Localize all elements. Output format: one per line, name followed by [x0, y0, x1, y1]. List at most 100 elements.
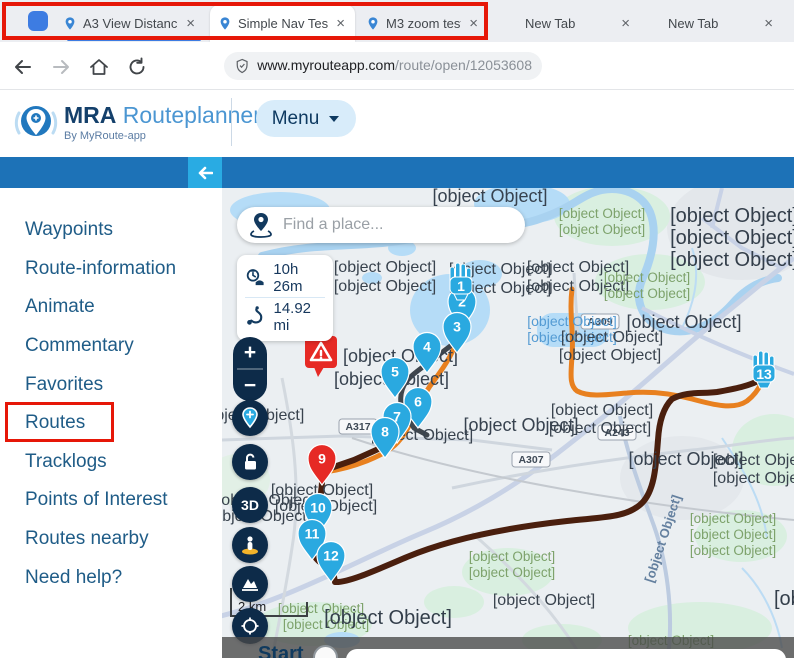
home-icon[interactable]: [88, 56, 110, 78]
map-3d-label: 3D: [241, 497, 259, 513]
pegman-icon: [239, 534, 261, 556]
tab-new-tab-1[interactable]: New Tab ×: [505, 6, 640, 40]
start-toggle[interactable]: [313, 645, 338, 658]
map-canvas[interactable]: A309 A317 A307 A243 [object Object] [obj…: [222, 188, 794, 658]
route-distance-icon: [245, 305, 266, 329]
svg-text:3: 3: [453, 319, 461, 335]
map-pin-icon: [249, 212, 273, 238]
browser-tabstrip: A3 View Distance × Simple Nav Test × M3 …: [0, 0, 794, 42]
brand-mra: MRA: [64, 102, 116, 128]
add-waypoint-button[interactable]: [232, 400, 268, 436]
svg-text:[object Object]: [object Object]: [469, 565, 555, 580]
url-path: /route/open/12053608: [395, 57, 532, 73]
start-label: Start: [258, 643, 304, 658]
chevron-down-icon: [328, 115, 340, 123]
app-header: MRA Routeplanner By MyRoute-app Menu: [0, 90, 794, 157]
arrow-left-icon: [197, 166, 213, 180]
route-duration: 10h 26m: [273, 261, 325, 295]
route-stats: 10h 26m 14.92 mi: [237, 255, 333, 341]
refresh-icon[interactable]: [126, 56, 148, 78]
sidebar-item-animate[interactable]: Animate: [0, 288, 222, 327]
content: Waypoints Route-information Animate Comm…: [0, 188, 794, 658]
menu-button[interactable]: Menu: [256, 100, 356, 137]
svg-text:[object Object]: [object Object]: [527, 313, 617, 329]
svg-text:[object Object]: [object Object]: [469, 549, 555, 564]
tab-title: New Tab: [656, 16, 756, 31]
zoom-controls: + −: [233, 337, 267, 401]
sidebar-item-points-of-interest[interactable]: Points of Interest: [0, 481, 222, 520]
url-bar[interactable]: www.myrouteapp.com/route/open/12053608: [224, 52, 542, 80]
tab-m3-zoom-test[interactable]: M3 zoom test – I ×: [358, 6, 488, 40]
tab-a3-view-distance[interactable]: A3 View Distance ×: [55, 6, 205, 40]
close-icon[interactable]: ×: [334, 16, 347, 31]
tab-group-chip[interactable]: [28, 11, 48, 31]
lock-open-icon: [240, 452, 260, 472]
start-panel: Start: [222, 637, 794, 658]
pin-plus-icon: [240, 407, 260, 429]
svg-text:A307: A307: [518, 454, 543, 466]
svg-text:1: 1: [457, 278, 465, 294]
map-3d-button[interactable]: 3D: [232, 487, 268, 523]
brand-product: Routeplanner: [123, 102, 261, 128]
tab-title: M3 zoom test – I: [386, 16, 461, 31]
sidebar-item-favorites[interactable]: Favorites: [0, 365, 222, 404]
tab-simple-nav-test[interactable]: Simple Nav Test ×: [210, 5, 355, 42]
tab-group-underline: [67, 38, 201, 41]
svg-text:12: 12: [323, 548, 339, 564]
back-icon[interactable]: [12, 56, 34, 78]
tab-title: A3 View Distance: [83, 16, 178, 31]
sidebar-item-waypoints[interactable]: Waypoints: [0, 211, 222, 250]
svg-text:[object Object]: [object Object]: [561, 329, 663, 346]
close-icon[interactable]: ×: [619, 16, 632, 31]
sidebar-item-route-information[interactable]: Route-information: [0, 250, 222, 289]
crosshair-icon: [240, 616, 260, 636]
search-input[interactable]: [283, 216, 513, 234]
zoom-out-button[interactable]: −: [233, 370, 267, 401]
tab-title: Simple Nav Test: [238, 16, 328, 31]
route-distance-row: 14.92 mi: [237, 298, 333, 336]
svg-text:6: 6: [414, 394, 422, 410]
svg-text:[object Object]: [object Object]: [690, 527, 776, 542]
svg-text:8: 8: [381, 424, 389, 440]
shield-icon: [234, 57, 250, 75]
svg-text:10: 10: [310, 500, 326, 516]
svg-text:[object Object]: [object Object]: [604, 270, 690, 285]
zoom-in-button[interactable]: +: [233, 337, 267, 368]
svg-text:[object Object]: [object Object]: [334, 278, 436, 295]
sidebar-item-need-help[interactable]: Need help?: [0, 558, 222, 597]
street-view-button[interactable]: [232, 527, 268, 563]
route-duration-row: 10h 26m: [237, 259, 333, 297]
rider-time-icon: [245, 266, 266, 290]
svg-text:5: 5: [391, 364, 399, 380]
tab-title: New Tab: [513, 16, 613, 31]
close-icon[interactable]: ×: [184, 16, 197, 31]
panel-header-bar: [0, 157, 794, 188]
close-icon[interactable]: ×: [762, 16, 775, 31]
close-icon[interactable]: ×: [467, 16, 480, 31]
sidebar-item-routes[interactable]: Routes: [0, 404, 222, 443]
svg-text:A317: A317: [345, 421, 370, 433]
elevation-chart-icon: [240, 574, 260, 594]
mra-logo: [13, 99, 59, 147]
elevation-chart-button[interactable]: [232, 566, 268, 602]
svg-text:[object Object]: [object Object]: [604, 286, 690, 301]
svg-text:4: 4: [423, 339, 431, 355]
collapse-sidebar-button[interactable]: [188, 157, 222, 188]
lock-map-button[interactable]: [232, 444, 268, 480]
svg-text:[object Object]: [object Object]: [493, 592, 595, 609]
svg-text:[object Object]: [object Object]: [713, 470, 794, 487]
find-place-search[interactable]: [237, 207, 525, 243]
sidebar-item-tracklogs[interactable]: Tracklogs: [0, 443, 222, 482]
svg-text:[object Object]: [object Object]: [432, 188, 547, 206]
tab-new-tab-2[interactable]: New Tab ×: [648, 6, 783, 40]
forward-icon[interactable]: [50, 56, 72, 78]
svg-text:[object Object]: [object Object]: [551, 402, 653, 419]
svg-text:13: 13: [756, 366, 772, 382]
sidebar-item-routes-nearby[interactable]: Routes nearby: [0, 520, 222, 559]
svg-text:[object Object]: [object Object]: [670, 249, 794, 271]
header-divider: [231, 98, 232, 146]
sidebar-item-commentary[interactable]: Commentary: [0, 327, 222, 366]
svg-text:[object Object]: [object Object]: [670, 205, 794, 227]
route-distance: 14.92 mi: [273, 300, 325, 334]
url-host: www.myrouteapp.com: [257, 57, 395, 73]
